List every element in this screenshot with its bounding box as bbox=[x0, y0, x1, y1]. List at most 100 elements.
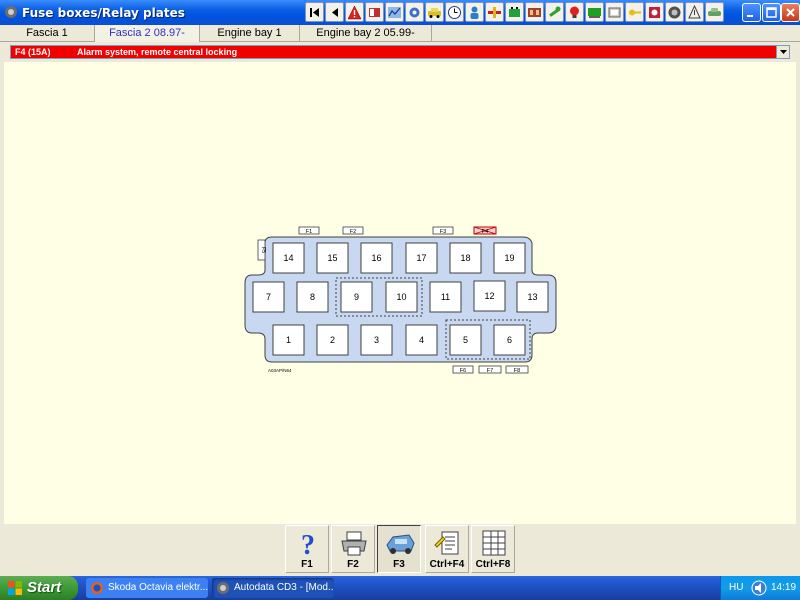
book-button[interactable] bbox=[365, 2, 384, 22]
car-diagram-button[interactable]: F3 bbox=[377, 525, 421, 573]
notes-icon bbox=[434, 531, 459, 555]
tyre-button[interactable] bbox=[685, 2, 704, 22]
relay-slot-1[interactable]: 1 bbox=[272, 324, 305, 356]
previous-page-icon bbox=[332, 7, 338, 17]
printer-icon bbox=[341, 531, 367, 556]
relay-slot-2[interactable]: 2 bbox=[316, 324, 349, 356]
volume-icon[interactable] bbox=[751, 580, 767, 596]
gear-icon bbox=[409, 7, 420, 17]
svg-text:11: 11 bbox=[441, 292, 450, 302]
relay-slot-15[interactable]: 15 bbox=[316, 242, 349, 274]
minimize-button[interactable] bbox=[742, 3, 761, 22]
dropdown-arrow-button[interactable] bbox=[776, 46, 789, 58]
battery-button[interactable] bbox=[505, 2, 524, 22]
relay-slot-17[interactable]: 17 bbox=[405, 242, 438, 274]
table-button-label: Ctrl+F8 bbox=[475, 559, 511, 570]
taskbar-item-autodata[interactable]: Autodata CD3 - [Mod... bbox=[212, 578, 334, 598]
minimize-icon bbox=[747, 15, 753, 17]
tool-button[interactable] bbox=[485, 2, 504, 22]
system-tray: HU 14:19 bbox=[720, 576, 800, 600]
relay-slot-10[interactable]: 10 bbox=[385, 281, 418, 313]
tab-fascia-1[interactable]: Fascia 1 bbox=[0, 25, 95, 42]
help-button[interactable]: ? F1 bbox=[285, 525, 329, 573]
relay-slot-3[interactable]: 3 bbox=[360, 324, 393, 356]
tab-engine-bay-2[interactable]: Engine bay 2 05.99- bbox=[300, 25, 432, 42]
close-icon bbox=[786, 8, 795, 17]
key-button[interactable] bbox=[625, 2, 644, 22]
book-icon bbox=[369, 7, 380, 17]
clock-button[interactable] bbox=[445, 2, 464, 22]
fuse-button[interactable] bbox=[605, 2, 624, 22]
fuse-label-f1[interactable]: F1 bbox=[298, 226, 320, 235]
relay-slot-12[interactable]: 12 bbox=[473, 280, 506, 312]
start-button[interactable]: Start bbox=[0, 576, 78, 600]
clock: 14:19 bbox=[771, 582, 797, 593]
relay-slot-11[interactable]: 11 bbox=[429, 281, 462, 313]
tab-engine-bay-1[interactable]: Engine bay 1 bbox=[200, 25, 300, 42]
fuse-code: F4 (15A) bbox=[15, 47, 51, 57]
svg-text:8: 8 bbox=[310, 292, 315, 302]
ac-icon bbox=[649, 6, 660, 18]
language-indicator[interactable]: HU bbox=[729, 582, 743, 593]
relay-slot-13[interactable]: 13 bbox=[516, 281, 549, 313]
clock-icon bbox=[448, 5, 461, 19]
person-icon bbox=[470, 6, 479, 19]
svg-text:2: 2 bbox=[330, 335, 335, 345]
car-lift-button[interactable] bbox=[585, 2, 604, 22]
relay-slot-7[interactable]: 7 bbox=[252, 281, 285, 313]
fuse-label-f3[interactable]: F3 bbox=[432, 226, 454, 235]
table-button[interactable]: Ctrl+F8 bbox=[471, 525, 515, 573]
person-button[interactable] bbox=[465, 2, 484, 22]
fuse-label-f6[interactable]: F6 bbox=[452, 365, 474, 374]
fuse-label-f5[interactable]: F5 bbox=[257, 239, 266, 261]
fuse-label-f8[interactable]: F8 bbox=[505, 365, 529, 374]
relay-slot-14[interactable]: 14 bbox=[272, 242, 305, 274]
car-body-button[interactable] bbox=[705, 2, 724, 22]
taskbar-item-skoda[interactable]: Skoda Octavia elektr... bbox=[86, 578, 208, 598]
previous-page-button[interactable] bbox=[325, 2, 344, 22]
svg-text:12: 12 bbox=[484, 291, 494, 301]
print-button[interactable]: F2 bbox=[331, 525, 375, 573]
engine-button[interactable] bbox=[525, 2, 544, 22]
windows-flag-icon bbox=[8, 581, 22, 595]
close-button[interactable] bbox=[781, 3, 800, 22]
lamp-button[interactable] bbox=[565, 2, 584, 22]
maximize-icon bbox=[766, 7, 777, 18]
warning-icon bbox=[347, 4, 362, 19]
diagram-footer-code: A03AP/N64 bbox=[268, 368, 292, 373]
tool-icon bbox=[488, 6, 501, 18]
fuse-select[interactable]: F4 (15A) Alarm system, remote central lo… bbox=[10, 45, 790, 59]
relay-slot-8[interactable]: 8 bbox=[296, 281, 329, 313]
svg-text:6: 6 bbox=[507, 335, 512, 345]
car-button[interactable] bbox=[425, 2, 444, 22]
svg-text:F1: F1 bbox=[306, 229, 312, 235]
car-body-icon bbox=[708, 7, 721, 16]
svg-text:15: 15 bbox=[327, 253, 337, 263]
warning-button[interactable] bbox=[345, 2, 364, 22]
relay-slot-6[interactable]: 6 bbox=[493, 324, 526, 356]
svg-text:F3: F3 bbox=[440, 229, 446, 235]
svg-text:4: 4 bbox=[419, 335, 424, 345]
fuse-label-f2[interactable]: F2 bbox=[342, 226, 364, 235]
first-page-button[interactable] bbox=[305, 2, 324, 22]
wheel-button[interactable] bbox=[665, 2, 684, 22]
taskbar-item-label: Autodata CD3 - [Mod... bbox=[234, 582, 334, 593]
relay-slot-4[interactable]: 4 bbox=[405, 324, 438, 356]
relay-slot-16[interactable]: 16 bbox=[360, 242, 393, 274]
ac-button[interactable] bbox=[645, 2, 664, 22]
svg-text:18: 18 bbox=[460, 253, 470, 263]
relay-slot-5[interactable]: 5 bbox=[449, 324, 482, 356]
svg-text:F2: F2 bbox=[350, 229, 356, 235]
tab-fascia-2[interactable]: Fascia 2 08.97- bbox=[95, 25, 200, 42]
maximize-button[interactable] bbox=[762, 3, 781, 22]
chart-button[interactable] bbox=[385, 2, 404, 22]
fuse-label-f4-highlighted[interactable]: F4 bbox=[473, 226, 497, 235]
wrench-button[interactable] bbox=[545, 2, 564, 22]
relay-slot-18[interactable]: 18 bbox=[449, 242, 482, 274]
relay-slot-19[interactable]: 19 bbox=[493, 242, 526, 274]
fuse-label-f7[interactable]: F7 bbox=[478, 365, 502, 374]
help-button-label: F1 bbox=[301, 559, 313, 570]
gear-button[interactable] bbox=[405, 2, 424, 22]
notes-button[interactable]: Ctrl+F4 bbox=[425, 525, 469, 573]
relay-slot-9[interactable]: 9 bbox=[340, 281, 373, 313]
